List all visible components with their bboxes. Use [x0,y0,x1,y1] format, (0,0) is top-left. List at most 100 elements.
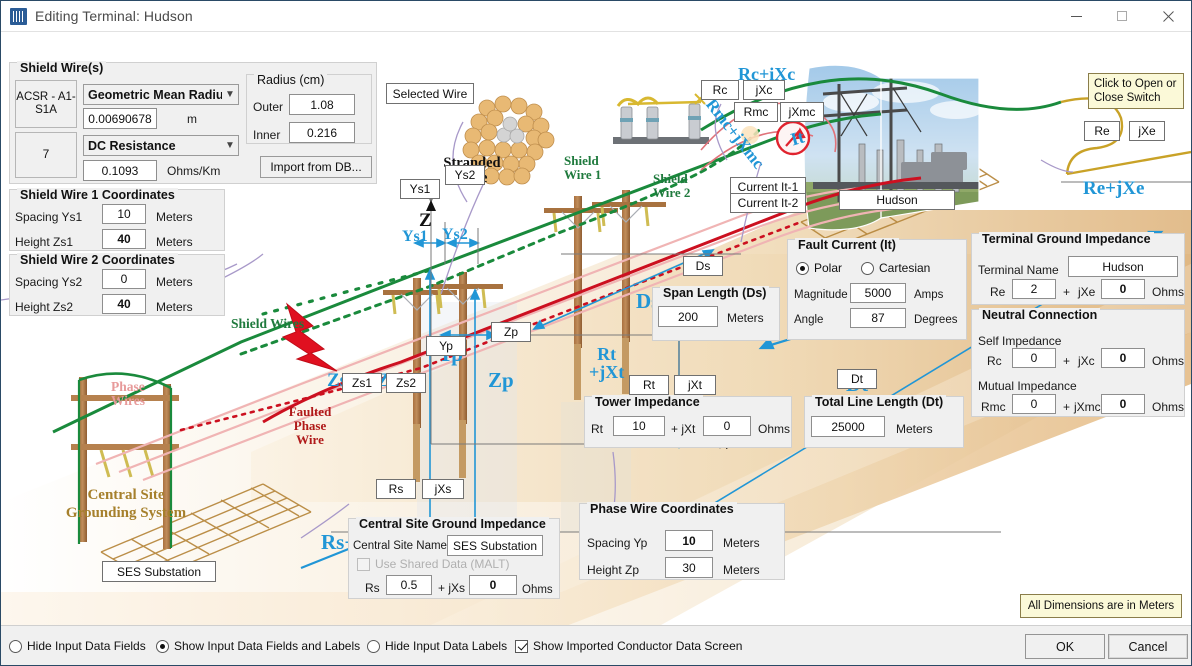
rt-input[interactable]: 10 [613,416,665,436]
callout-jxc[interactable]: jXc [743,80,785,100]
angle-label: Angle [794,314,824,326]
label-shield-wires: Shield Wires [231,316,305,331]
central-site-unit: Ohms [522,584,553,596]
checkbox-icon [357,557,370,571]
minimize-icon[interactable] [1053,1,1099,32]
conductor-name-display: ACSR - A1-S1A [15,80,77,128]
label-shield-wire-2: Shield Wire 2 [653,171,691,200]
ys2-input[interactable]: 0 [102,269,146,289]
radio-hide-input-data-labels[interactable]: Hide Input Data Labels [367,639,507,653]
jxmc-input[interactable]: 0 [1101,394,1145,414]
chevron-down-icon: ▼ [225,140,235,151]
re-label: Re [990,285,1006,299]
import-from-db-button[interactable]: Import from DB... [260,156,372,178]
close-icon[interactable] [1145,1,1191,32]
property1-dropdown[interactable]: Geometric Mean Radiu ▼ [83,84,239,105]
callout-rt[interactable]: Rt [629,375,669,395]
property2-dropdown[interactable]: DC Resistance ▼ [83,135,239,156]
rc-input[interactable]: 0 [1012,348,1056,368]
radio-hide-input-data-fields[interactable]: Hide Input Data Fields [9,639,146,653]
jxc-input[interactable]: 0 [1101,348,1145,368]
magnitude-unit: Amps [914,289,944,301]
ys2-unit: Meters [156,275,193,289]
radio-polar-label: Polar [814,261,843,275]
rmc-input[interactable]: 0 [1012,394,1056,414]
radio-cartesian[interactable]: Cartesian [861,261,930,275]
zs2-unit: Meters [156,300,193,314]
callout-dt[interactable]: Dt [837,369,877,389]
maximize-icon[interactable] [1099,1,1145,32]
radio-hide-labels-label: Hide Input Data Labels [385,639,508,653]
angle-input[interactable]: 87 [850,308,906,328]
yp-input[interactable]: 10 [665,530,713,551]
radio-dot-icon [367,639,380,653]
callout-re[interactable]: Re [1084,121,1120,141]
terminal-name-label: Terminal Name [978,263,1059,277]
radius-group-title: Radius (cm) [254,73,328,87]
label-shield-wire-1: Shield Wire 1 [564,153,602,182]
checkbox-show-imported-conductor-data-screen[interactable]: Show Imported Conductor Data Screen [515,639,742,653]
central-site-name-input[interactable]: SES Substation [447,535,543,556]
rc-label: Rc [987,354,1002,368]
callout-current-it-2[interactable]: Current It-2 [730,193,806,213]
callout-jxs[interactable]: jXs [422,479,464,499]
property1-input[interactable]: 0.00690678 [83,108,157,129]
use-shared-data-label: Use Shared Data (MALT) [375,557,510,571]
terminal-name-input[interactable]: Hudson [1068,256,1178,277]
callout-hudson[interactable]: Hudson [839,190,955,210]
symbol-jxt: +jXt [589,362,625,382]
magnitude-input[interactable]: 5000 [850,283,906,303]
re-input[interactable]: 2 [1012,279,1056,299]
callout-jxt[interactable]: jXt [674,375,716,395]
callout-ds[interactable]: Ds [683,256,723,276]
callout-ses-substation[interactable]: SES Substation [102,561,216,582]
jxt-input[interactable]: 0 [703,416,751,436]
self-impedance-label: Self Impedance [978,334,1062,348]
zs2-input[interactable]: 40 [102,294,146,314]
use-shared-data-checkbox[interactable]: Use Shared Data (MALT) [357,557,510,571]
span-length-input[interactable]: 200 [658,306,718,327]
callout-jxmc[interactable]: jXmc [780,102,824,122]
radio-cartesian-label: Cartesian [879,261,931,275]
callout-rmc[interactable]: Rmc [734,102,778,122]
outer-radius-input[interactable]: 1.08 [289,94,355,115]
ok-button[interactable]: OK [1025,634,1105,659]
jxe-label: jXe [1078,285,1096,299]
inner-radius-input[interactable]: 0.216 [289,122,355,143]
symbol-zp: Zp [488,368,514,392]
total-line-length-unit: Meters [896,422,933,436]
jxe-input[interactable]: 0 [1101,279,1145,299]
callout-zs1[interactable]: Zs1 [342,373,382,393]
callout-zs2[interactable]: Zs2 [386,373,426,393]
radio-polar[interactable]: Polar [796,261,842,275]
callout-yp[interactable]: Yp [426,336,466,356]
callout-zp[interactable]: Zp [491,322,531,342]
callout-selected-wire[interactable]: Selected Wire [386,83,474,104]
callout-rs[interactable]: Rs [376,479,416,499]
property2-input[interactable]: 0.1093 [83,160,157,181]
property2-dropdown-value: DC Resistance [88,138,176,153]
radio-dot-icon [156,639,169,653]
jxs-input[interactable]: 0 [469,575,517,595]
callout-ys2[interactable]: Ys2 [445,165,485,185]
zp-input[interactable]: 30 [665,557,713,578]
total-line-length-input[interactable]: 25000 [811,416,885,437]
tower-unit: Ohms [758,422,791,436]
ys1-input[interactable]: 10 [102,204,146,224]
property1-dropdown-value: Geometric Mean Radiu [88,87,222,102]
window-title: Editing Terminal: Hudson [35,8,193,24]
span-length-group-title: Span Length (Ds) [660,286,770,300]
property2-unit: Ohms/Km [167,164,221,178]
radio-show-input-data-fields-and-labels[interactable]: Show Input Data Fields and Labels [156,639,360,653]
rs-input[interactable]: 0.5 [386,575,432,595]
mutual-unit: Ohms [1152,400,1185,414]
total-line-length-group-title: Total Line Length (Dt) [812,395,947,409]
symbol-rt-jxt: Rt +jXt [589,345,624,381]
zs1-input[interactable]: 40 [102,229,146,249]
callout-jxe[interactable]: jXe [1129,121,1165,141]
cancel-button[interactable]: Cancel [1108,634,1188,659]
label-phase-wires: Phase Wires [111,379,146,409]
callout-rc[interactable]: Rc [701,80,739,100]
switch-tooltip[interactable]: Click to Open or Close Switch [1088,73,1184,109]
callout-ys1[interactable]: Ys1 [400,179,440,199]
